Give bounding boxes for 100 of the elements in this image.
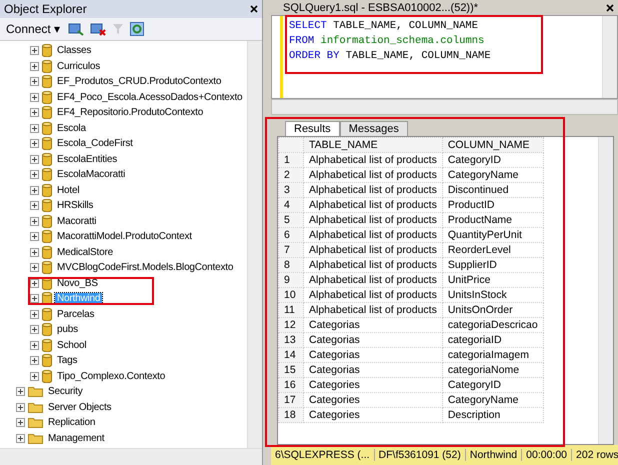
tree-item[interactable]: Tags: [55, 355, 80, 366]
expand-icon[interactable]: [30, 154, 39, 164]
scrollbar[interactable]: [271, 99, 618, 115]
expand-icon[interactable]: [30, 186, 39, 195]
row-number: 4: [278, 198, 304, 212]
tree-item[interactable]: Escola_CodeFirst: [55, 138, 135, 150]
expand-icon[interactable]: [30, 92, 39, 102]
tree-item[interactable]: pubs: [55, 324, 80, 336]
tree-item[interactable]: Macoratti: [55, 216, 98, 227]
tree-item[interactable]: Hotel: [55, 184, 82, 196]
expand-icon[interactable]: [30, 62, 39, 71]
table-cell: SupplierID: [442, 258, 544, 272]
expand-icon[interactable]: [16, 402, 25, 412]
expand-icon[interactable]: [30, 108, 39, 118]
table-cell: Discontinued: [442, 182, 544, 198]
expand-icon[interactable]: [30, 325, 39, 334]
table-cell: categoriaNome: [442, 362, 544, 378]
tree-item[interactable]: MVCBlogCodeFirst.Models.BlogContexto: [55, 262, 236, 274]
tree-item[interactable]: Novo_BS: [55, 278, 100, 289]
expand-icon[interactable]: [30, 340, 39, 350]
expand-icon[interactable]: [30, 46, 39, 56]
connect-button[interactable]: Connect ▾: [4, 22, 62, 36]
expand-icon[interactable]: [30, 263, 39, 272]
status-field: 00:00:00: [522, 449, 572, 461]
connect-icon[interactable]: [68, 22, 84, 36]
expand-icon[interactable]: [30, 124, 39, 133]
code-line: FROM information_schema.columns: [289, 35, 486, 49]
tree-item[interactable]: Replication: [46, 417, 98, 428]
tree-item[interactable]: EscolaMacoratti: [55, 169, 128, 180]
tree-item[interactable]: Curriculos: [55, 60, 102, 72]
row-number: 12: [278, 318, 304, 332]
close-icon[interactable]: [606, 4, 614, 12]
row-number: 1: [278, 152, 304, 168]
tree-item[interactable]: EF_Produtos_CRUD.ProdutoContexto: [55, 76, 224, 88]
status-field: 6\SQLEXPRESS (...: [271, 449, 375, 461]
row-number: 14: [278, 348, 304, 362]
expand-icon[interactable]: [30, 278, 39, 288]
expand-icon[interactable]: [30, 356, 39, 366]
tree-item[interactable]: Classes: [55, 45, 94, 56]
scrollbar[interactable]: [0, 448, 262, 465]
folder-icon: [28, 386, 43, 398]
database-icon: [42, 44, 52, 58]
scrollbar[interactable]: [247, 41, 262, 448]
result-tab[interactable]: Messages: [340, 121, 408, 136]
expand-icon[interactable]: [30, 77, 39, 86]
expand-icon[interactable]: [30, 294, 39, 304]
row-number: 6: [278, 228, 304, 242]
column-header[interactable]: TABLE_NAME: [304, 138, 442, 152]
expand-icon[interactable]: [16, 418, 25, 428]
refresh-icon[interactable]: [130, 22, 144, 36]
scrollbar[interactable]: [602, 16, 617, 98]
tree-item[interactable]: Escola: [55, 122, 88, 134]
close-icon[interactable]: [250, 5, 258, 13]
expand-icon[interactable]: [30, 372, 39, 381]
expand-icon[interactable]: [16, 434, 25, 443]
table-cell: Categories: [304, 408, 442, 422]
table-cell: Alphabetical list of products: [304, 182, 442, 198]
expand-icon[interactable]: [30, 310, 39, 319]
tree-item[interactable]: Management: [46, 432, 106, 444]
expand-icon[interactable]: [30, 232, 39, 242]
database-icon: [42, 323, 52, 336]
tree-item[interactable]: EF4_Repositorio.ProdutoContexto: [55, 107, 206, 118]
expand-icon[interactable]: [30, 170, 39, 180]
table-cell: ReorderLevel: [442, 242, 544, 258]
row-number: 16: [278, 378, 304, 392]
row-number: 18: [278, 408, 304, 422]
expand-icon[interactable]: [30, 139, 39, 148]
table-cell: categoriaImagem: [442, 348, 544, 362]
tree-item[interactable]: Server Objects: [46, 402, 114, 413]
database-icon: [42, 168, 52, 182]
tree-item[interactable]: HRSkills: [55, 200, 96, 212]
table-cell: Categories: [304, 378, 442, 392]
table-cell: Categorias: [304, 318, 442, 332]
row-number: 5: [278, 212, 304, 228]
tree-item[interactable]: MacorattiModel.ProdutoContext: [55, 231, 194, 242]
table-cell: ProductID: [442, 198, 544, 212]
expand-icon[interactable]: [30, 201, 39, 210]
database-icon: [42, 246, 52, 259]
disconnect-icon[interactable]: [90, 22, 106, 36]
column-header[interactable]: COLUMN_NAME: [442, 138, 544, 152]
tree-item[interactable]: School: [55, 340, 88, 351]
tree-item[interactable]: EscolaEntities: [55, 154, 120, 165]
tree-item[interactable]: EF4_Poco_Escola.AcessoDados+Contexto: [55, 92, 244, 103]
table-cell: Categorias: [304, 348, 442, 362]
tree-item[interactable]: MedicalStore: [55, 246, 115, 258]
expand-icon[interactable]: [30, 216, 39, 226]
database-icon: [42, 152, 52, 166]
expand-icon[interactable]: [16, 387, 25, 396]
table-cell: Alphabetical list of products: [304, 212, 442, 228]
database-icon: [42, 106, 52, 120]
document-tab[interactable]: SQLQuery1.sql - ESBSA010002...(52))*: [283, 2, 478, 14]
expand-icon[interactable]: [30, 248, 39, 257]
tree-item[interactable]: Parcelas: [55, 308, 96, 320]
database-icon: [42, 90, 52, 104]
row-number: 2: [278, 168, 304, 182]
table-cell: Alphabetical list of products: [304, 228, 442, 242]
scrollbar[interactable]: [598, 137, 613, 444]
tree-item[interactable]: Tipo_Complexo.Contexto: [55, 370, 168, 382]
tree-item[interactable]: Security: [46, 386, 85, 398]
result-tab[interactable]: Results: [285, 121, 340, 136]
